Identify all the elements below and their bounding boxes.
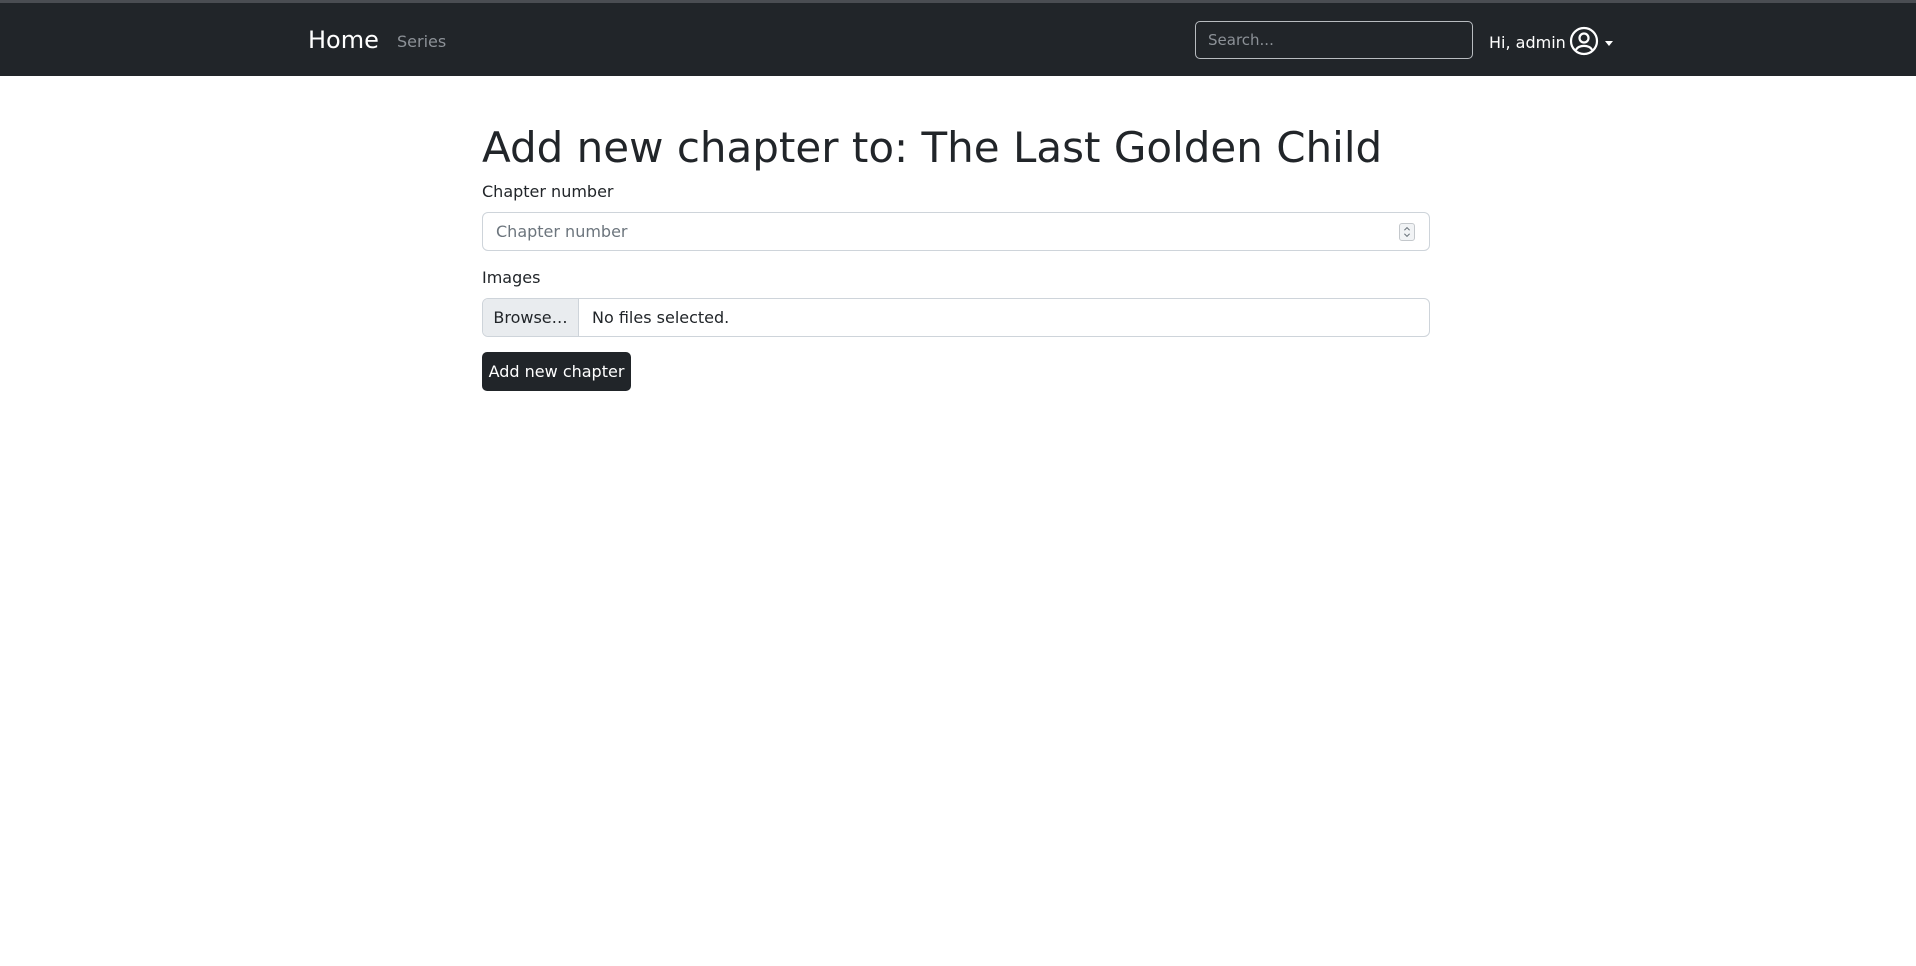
browse-button[interactable]: Browse… — [483, 299, 579, 336]
chapter-number-placeholder: Chapter number — [496, 222, 628, 241]
home-link[interactable]: Home — [308, 25, 379, 55]
images-label: Images — [482, 268, 541, 287]
user-menu-toggle[interactable]: Hi, admin — [1489, 25, 1613, 57]
user-circle-icon — [1569, 26, 1598, 56]
add-chapter-button[interactable]: Add new chapter — [482, 352, 631, 391]
search-input[interactable] — [1195, 21, 1473, 59]
page-title: Add new chapter to: The Last Golden Chil… — [482, 123, 1383, 172]
number-spinner-icon[interactable] — [1399, 223, 1415, 241]
caret-down-icon — [1604, 40, 1613, 46]
top-navbar: Home Series Hi, admin — [0, 3, 1916, 76]
file-selection-status: No files selected. — [592, 308, 730, 327]
images-file-input[interactable]: Browse… No files selected. — [482, 298, 1430, 337]
chapter-number-input[interactable]: Chapter number — [482, 212, 1430, 251]
user-greeting: Hi, admin — [1489, 33, 1566, 52]
chapter-number-label: Chapter number — [482, 182, 614, 201]
nav-link-series[interactable]: Series — [397, 32, 446, 52]
